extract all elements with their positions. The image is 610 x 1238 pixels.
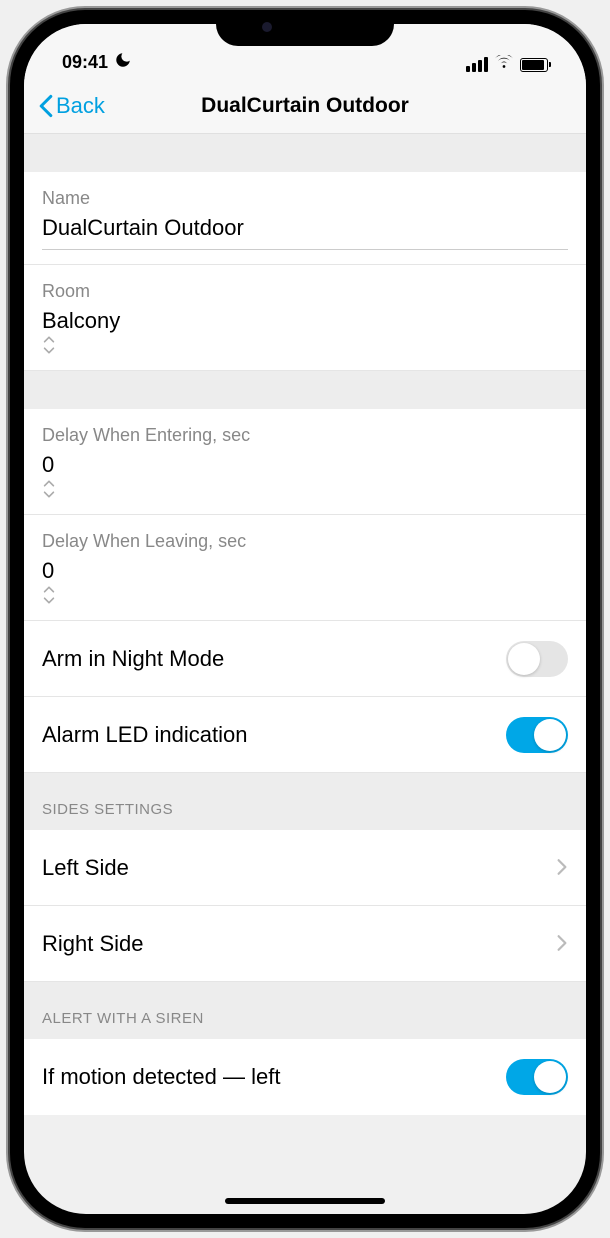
notch [216,10,394,46]
delay-entering-value: 0 [42,452,568,478]
status-time: 09:41 [62,52,108,73]
motion-detected-left-toggle[interactable] [506,1059,568,1095]
content: Name DualCurtain Outdoor Room Balcony De… [24,134,586,1115]
right-side-label: Right Side [42,931,144,957]
stepper-icon [42,478,568,500]
screen: 09:41 [24,24,586,1214]
alert-section-header: ALERT WITH A SIREN [24,982,586,1039]
delay-leaving-value: 0 [42,558,568,584]
motion-detected-left-row: If motion detected — left [24,1039,586,1115]
chevron-right-icon [556,852,568,883]
room-value: Balcony [42,308,568,334]
page-title: DualCurtain Outdoor [201,94,409,118]
chevron-right-icon [556,928,568,959]
room-label: Room [42,281,568,302]
phone-frame: 09:41 [10,10,600,1228]
sides-section-header: SIDES SETTINGS [24,773,586,830]
wifi-icon [495,55,513,74]
stepper-icon [42,584,568,606]
cellular-signal-icon [466,57,488,72]
arm-night-mode-toggle[interactable] [506,641,568,677]
alarm-led-toggle[interactable] [506,717,568,753]
stepper-icon [42,334,568,356]
motion-detected-left-label: If motion detected — left [42,1064,280,1090]
left-side-label: Left Side [42,855,129,881]
room-picker[interactable]: Room Balcony [24,265,586,371]
name-field[interactable]: Name DualCurtain Outdoor [24,172,586,265]
back-button[interactable]: Back [38,93,105,119]
battery-icon [520,58,548,72]
home-indicator[interactable] [225,1198,385,1204]
delay-leaving-picker[interactable]: Delay When Leaving, sec 0 [24,515,586,621]
name-value: DualCurtain Outdoor [42,215,568,250]
back-label: Back [56,93,105,119]
delay-entering-label: Delay When Entering, sec [42,425,568,446]
arm-night-mode-label: Arm in Night Mode [42,646,224,672]
do-not-disturb-icon [114,51,132,74]
delay-leaving-label: Delay When Leaving, sec [42,531,568,552]
chevron-left-icon [38,94,54,118]
alarm-led-row: Alarm LED indication [24,697,586,773]
left-side-row[interactable]: Left Side [24,830,586,906]
arm-night-mode-row: Arm in Night Mode [24,621,586,697]
delay-entering-picker[interactable]: Delay When Entering, sec 0 [24,409,586,515]
alarm-led-label: Alarm LED indication [42,722,247,748]
name-label: Name [42,188,568,209]
nav-header: Back DualCurtain Outdoor [24,78,586,134]
right-side-row[interactable]: Right Side [24,906,586,982]
